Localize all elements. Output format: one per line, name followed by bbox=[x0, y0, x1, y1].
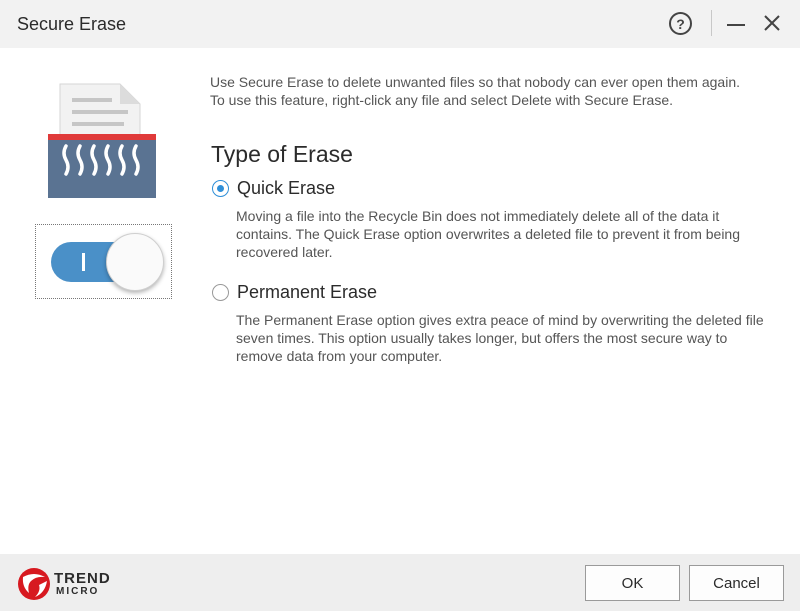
permanent-erase-radio[interactable] bbox=[212, 284, 229, 301]
window-title: Secure Erase bbox=[17, 14, 127, 34]
trend-micro-logo: TREND MICRO bbox=[17, 567, 117, 601]
brand-line-2: MICRO bbox=[56, 586, 100, 597]
question-circle-icon: ? bbox=[676, 15, 685, 32]
intro-line-1: Use Secure Erase to delete unwanted file… bbox=[210, 74, 741, 90]
permanent-erase-label[interactable]: Permanent Erase bbox=[237, 282, 377, 303]
quick-erase-radio[interactable] bbox=[212, 180, 229, 197]
secure-erase-toggle-frame bbox=[35, 224, 172, 299]
close-icon bbox=[764, 15, 780, 31]
permanent-erase-description: The Permanent Erase option gives extra p… bbox=[236, 312, 764, 364]
minimize-button[interactable] bbox=[727, 15, 747, 33]
title-bar: Secure Erase ? bbox=[0, 0, 800, 48]
type-of-erase-heading: Type of Erase bbox=[211, 141, 353, 167]
cancel-button[interactable]: Cancel bbox=[689, 565, 784, 601]
brand-line-1: TREND bbox=[54, 570, 111, 587]
footer-bar: TREND MICRO OK Cancel bbox=[0, 554, 800, 611]
close-button[interactable] bbox=[762, 13, 782, 33]
toggle-on-indicator bbox=[82, 253, 85, 271]
ok-button[interactable]: OK bbox=[585, 565, 680, 601]
help-button[interactable]: ? bbox=[669, 12, 692, 35]
intro-text: Use Secure Erase to delete unwanted file… bbox=[210, 73, 780, 109]
trend-micro-ball-icon bbox=[18, 568, 50, 600]
quick-erase-description: Moving a file into the Recycle Bin does … bbox=[236, 208, 741, 260]
toggle-knob[interactable] bbox=[106, 233, 164, 291]
quick-erase-label[interactable]: Quick Erase bbox=[237, 178, 335, 199]
intro-line-2: To use this feature, right-click any fil… bbox=[210, 92, 673, 108]
titlebar-divider bbox=[711, 10, 712, 36]
shredder-icon bbox=[48, 83, 156, 198]
